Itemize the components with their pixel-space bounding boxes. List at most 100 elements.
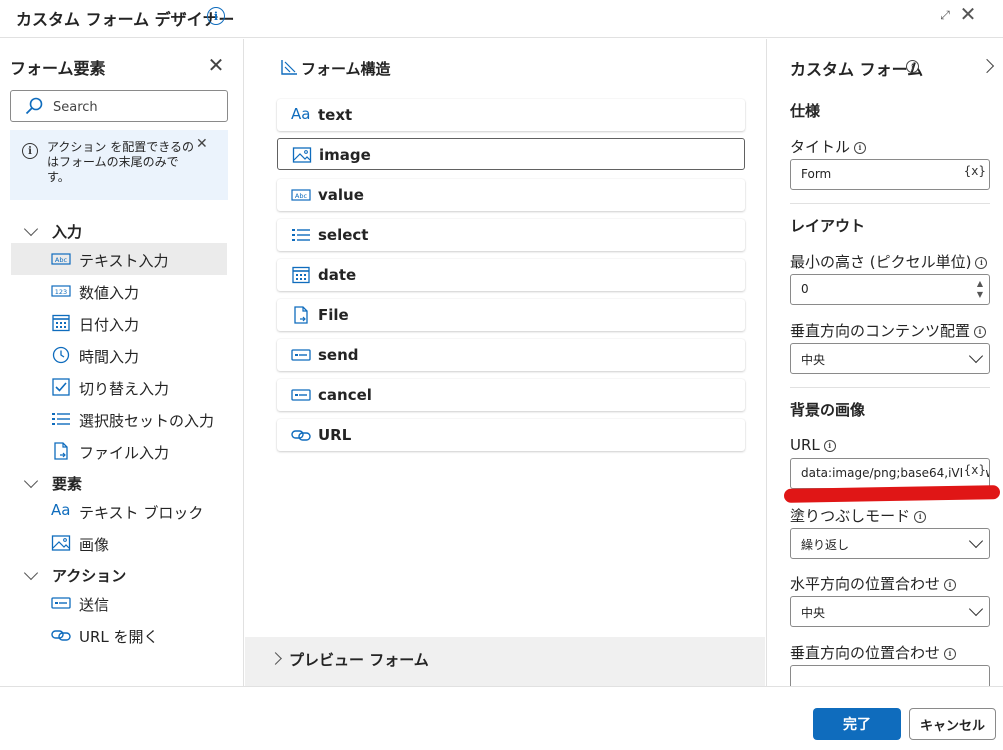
info-icon: i [22, 143, 38, 159]
stepper-arrows-icon[interactable]: ▲ ▼ [977, 278, 983, 300]
form-elements-panel: フォーム要素 ✕ i アクション を配置できるのはフォームの末尾のみです。 ✕ … [0, 39, 244, 686]
min-height-stepper[interactable]: 0 ▲ ▼ [790, 274, 990, 305]
element-toggle-input[interactable]: 切り替え入力 [11, 371, 227, 403]
close-icon[interactable]: ✕ [958, 3, 978, 25]
structure-row-cancel[interactable]: cancel [277, 379, 745, 411]
fill-mode-label: 塗りつぶしモード i [790, 505, 927, 526]
notice-text: アクション を配置できるのはフォームの末尾のみです。 [47, 140, 194, 184]
calendar-icon [52, 314, 70, 332]
section-actions[interactable]: アクション [23, 565, 126, 586]
vertical-content-select[interactable]: 中央 [790, 343, 990, 374]
properties-panel: カスタム フォーム i 仕様 タイトル i Form {x} レイアウト 最小の高… [766, 39, 1003, 686]
search-input[interactable] [53, 97, 223, 117]
structure-row-value[interactable]: Abc value [277, 179, 745, 211]
element-time-input[interactable]: 時間入力 [11, 339, 227, 371]
image-icon [292, 147, 312, 163]
section-elements[interactable]: 要素 [23, 473, 82, 494]
search-box[interactable] [10, 90, 228, 122]
min-height-value: 0 [801, 282, 809, 296]
form-structure-title: フォーム構造 [301, 60, 391, 78]
structure-row-url[interactable]: URL [277, 419, 745, 451]
info-icon[interactable]: i [944, 578, 957, 591]
cancel-button[interactable]: キャンセル [909, 708, 996, 740]
structure-row-send[interactable]: send [277, 339, 745, 371]
text-block-icon: Aa [51, 501, 71, 519]
v-align-select[interactable] [790, 665, 990, 686]
bg-image-section-title: 背景の画像 [790, 401, 866, 419]
structure-row-select[interactable]: select [277, 219, 745, 251]
variable-icon[interactable]: {x} [961, 463, 986, 477]
chevron-down-icon [968, 348, 984, 364]
v-align-label: 垂直方向の位置合わせ i [790, 642, 957, 663]
info-icon[interactable]: i [207, 7, 225, 25]
element-image[interactable]: 画像 [11, 527, 227, 559]
properties-title: カスタム フォーム [790, 60, 924, 79]
list-icon [292, 229, 310, 241]
svg-text:Abc: Abc [55, 256, 68, 264]
chevron-down-icon [968, 533, 984, 549]
element-date-input[interactable]: 日付入力 [11, 307, 227, 339]
chevron-down-icon [23, 473, 39, 489]
variable-icon[interactable]: {x} [961, 164, 986, 178]
info-icon[interactable]: i [914, 510, 927, 523]
section-input[interactable]: 入力 [23, 221, 82, 242]
link-icon [51, 630, 71, 641]
h-align-label: 水平方向の位置合わせ i [790, 573, 957, 594]
divider [790, 203, 990, 204]
preview-form-label: プレビュー フォーム [289, 651, 429, 669]
info-icon[interactable]: i [823, 439, 836, 452]
preview-form-toggle[interactable]: プレビュー フォーム [245, 637, 765, 686]
info-icon[interactable]: i [944, 647, 957, 660]
structure-row-date[interactable]: date [277, 259, 745, 291]
info-icon[interactable]: i [975, 256, 988, 269]
min-height-label: 最小の高さ (ピクセル単位) i [790, 251, 988, 272]
form-elements-title: フォーム要素 [10, 59, 106, 78]
calendar-icon [292, 266, 310, 284]
title-field[interactable]: Form {x} [790, 159, 990, 190]
chevron-right-icon [269, 652, 282, 665]
text-block-icon: Aa [291, 105, 311, 123]
element-file-input[interactable]: ファイル入力 [11, 435, 227, 467]
notice-banner: i アクション を配置できるのはフォームの末尾のみです。 ✕ [10, 130, 228, 200]
info-icon[interactable]: i [854, 141, 867, 154]
form-structure-panel: フォーム構造 Aa text image Abc value select da… [245, 39, 765, 686]
text-input-icon: Abc [291, 189, 311, 201]
fill-mode-select[interactable]: 繰り返し [790, 528, 990, 559]
text-input-icon: Abc [51, 253, 71, 265]
structure-row-file[interactable]: File [277, 299, 745, 331]
element-text-block[interactable]: Aa テキスト ブロック [11, 495, 227, 527]
element-choice-set-input[interactable]: 選択肢セットの入力 [11, 403, 227, 435]
done-button[interactable]: 完了 [813, 708, 901, 740]
close-icon[interactable]: ✕ [206, 53, 226, 77]
image-icon [51, 535, 71, 551]
action-icon [291, 389, 311, 401]
action-icon [291, 349, 311, 361]
info-icon[interactable]: i [906, 60, 919, 73]
dismiss-icon[interactable]: ✕ [196, 136, 208, 152]
element-number-input[interactable]: 123 数値入力 [11, 275, 227, 307]
action-icon [51, 597, 71, 609]
vertical-content-label: 垂直方向のコンテンツ配置 i [790, 320, 987, 341]
structure-row-image[interactable]: image [277, 138, 745, 170]
chevron-down-icon [23, 221, 39, 237]
element-open-url[interactable]: URL を開く [11, 619, 227, 651]
chevron-down-icon [23, 565, 39, 581]
element-submit[interactable]: 送信 [11, 587, 227, 619]
title-value: Form [801, 167, 832, 181]
divider [790, 387, 990, 388]
info-icon[interactable]: i [974, 325, 987, 338]
collapse-panel-icon[interactable] [979, 58, 995, 74]
clock-icon [52, 346, 70, 364]
number-input-icon: 123 [51, 285, 71, 297]
checkbox-icon [52, 378, 70, 396]
element-text-input[interactable]: Abc テキスト入力 [11, 243, 227, 275]
spec-section-title: 仕様 [790, 102, 821, 120]
url-field[interactable]: data:image/png;base64,iVBORw0KGgo {x} [790, 458, 990, 489]
h-align-select[interactable]: 中央 [790, 596, 990, 627]
expand-icon[interactable]: ⤢ [936, 6, 954, 24]
file-icon [294, 306, 308, 324]
svg-text:123: 123 [55, 288, 67, 296]
link-icon [291, 430, 311, 441]
h-align-value: 中央 [801, 606, 826, 620]
structure-row-text[interactable]: Aa text [277, 99, 745, 131]
